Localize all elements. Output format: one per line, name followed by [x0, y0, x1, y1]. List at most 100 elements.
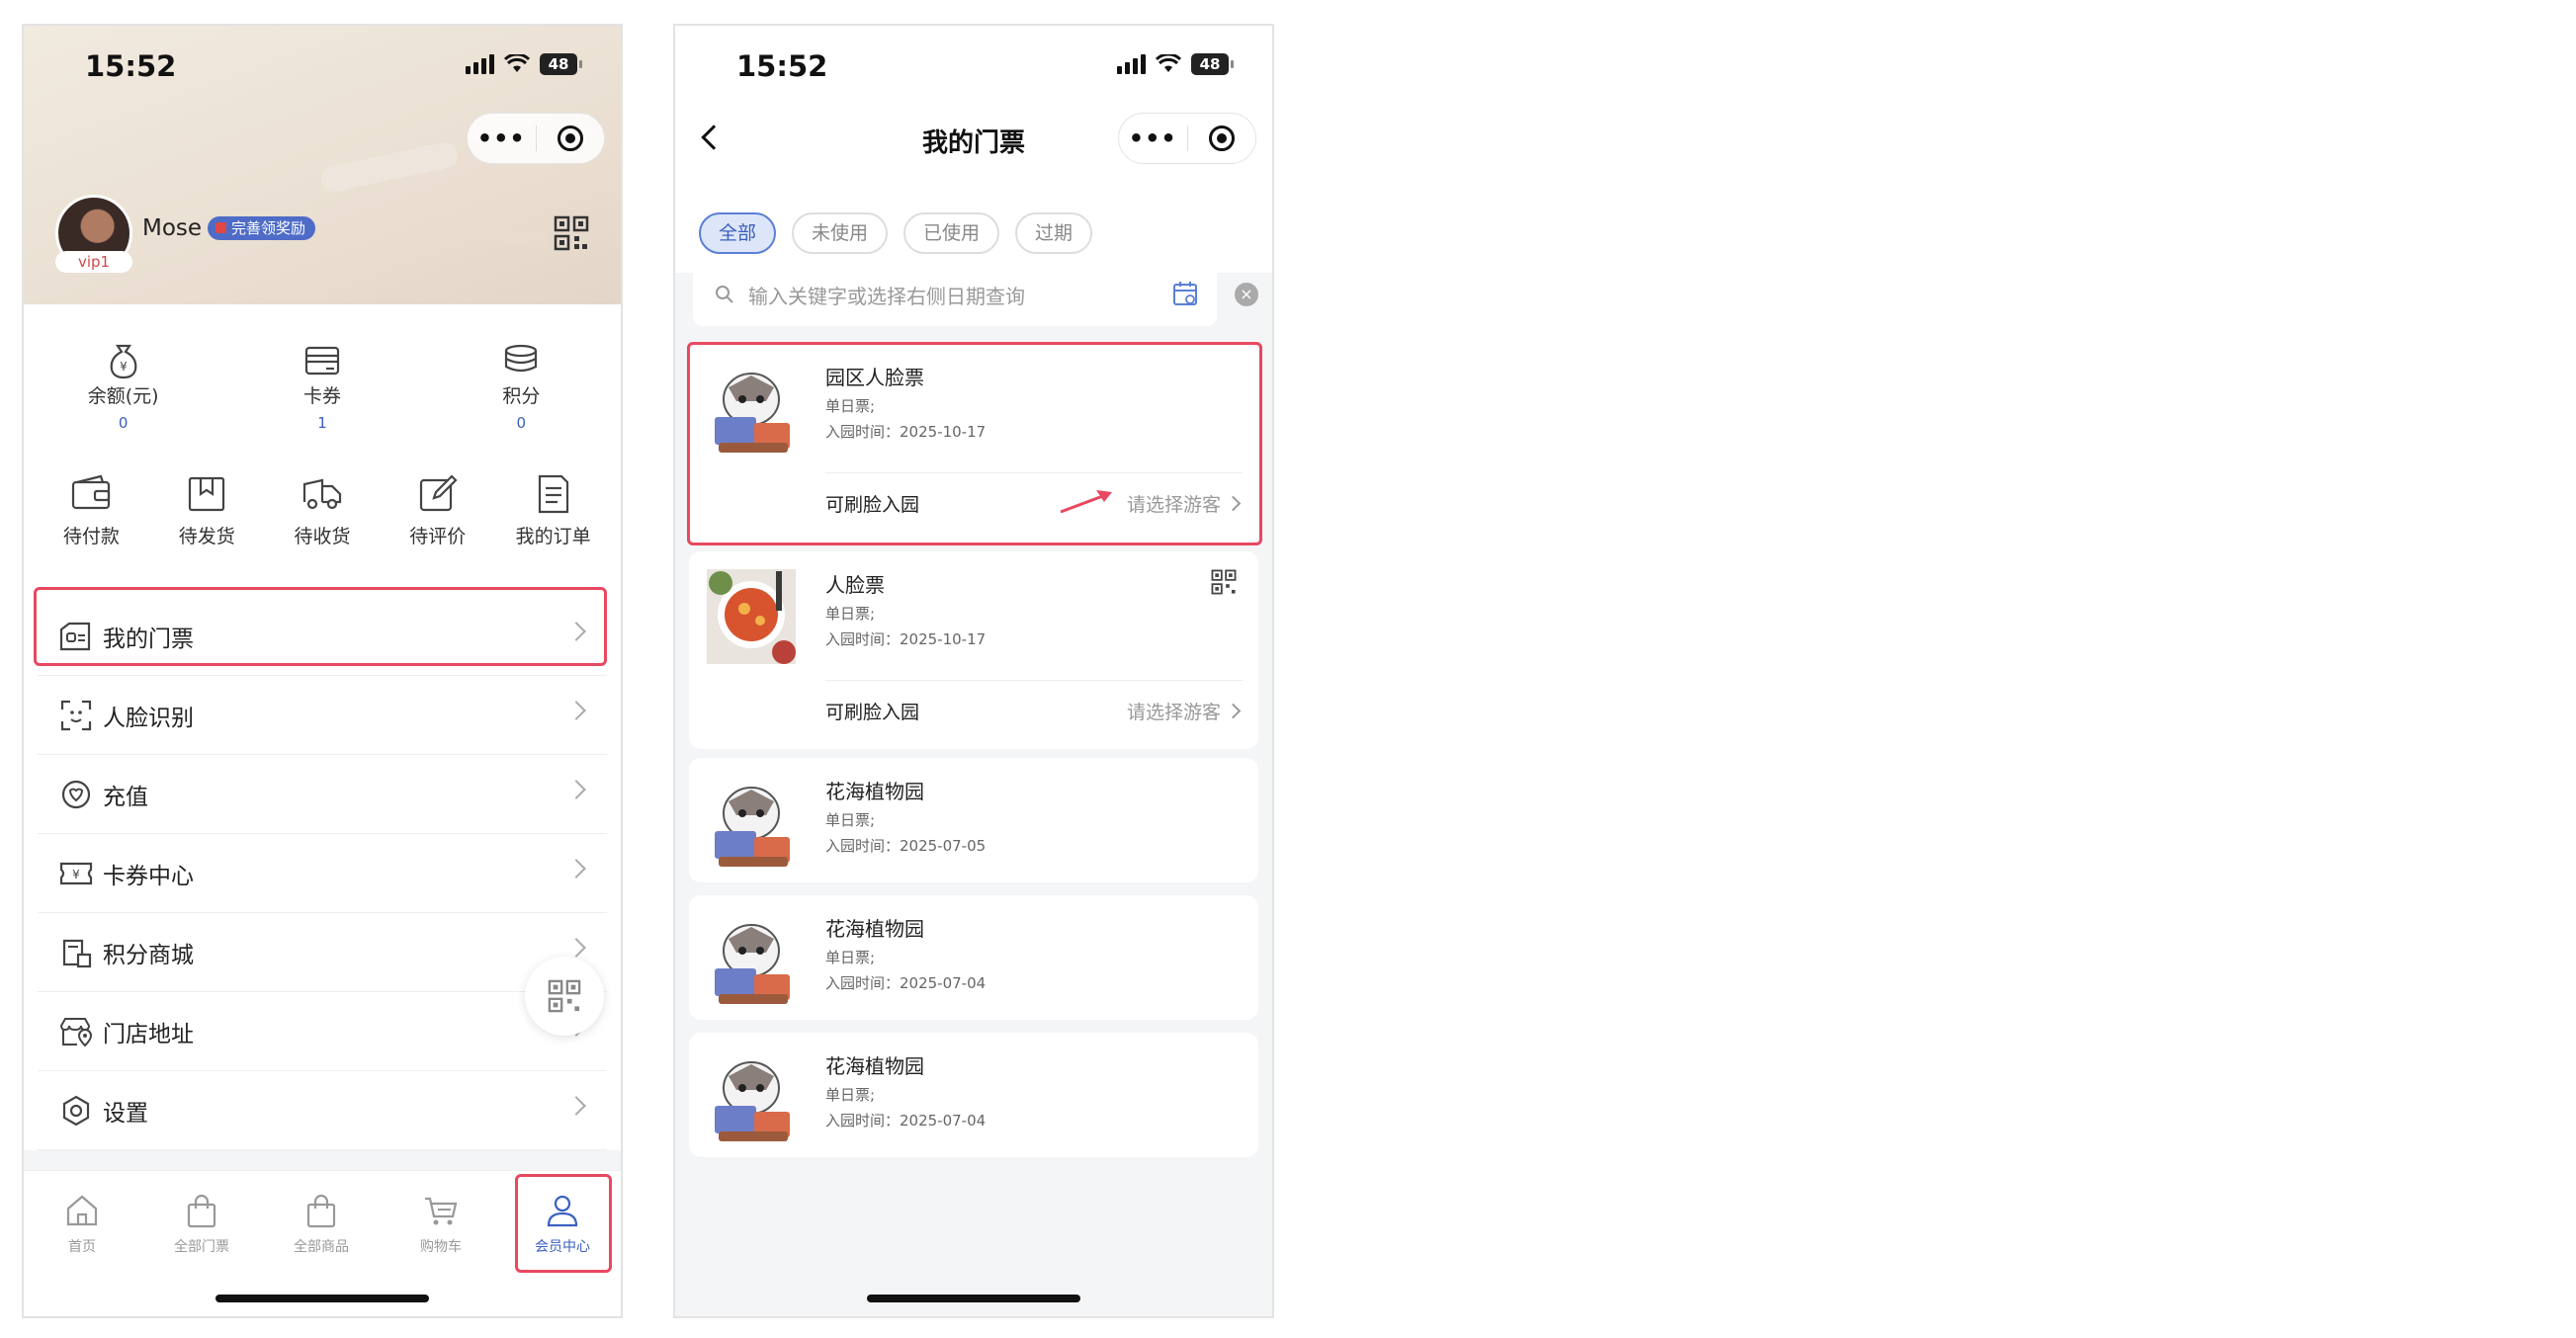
filter-unused[interactable]: 未使用: [792, 212, 889, 254]
order-label: 待评价: [409, 526, 467, 547]
chevron-right-icon: [566, 780, 586, 799]
qr-code-icon[interactable]: [554, 215, 589, 251]
menu-item-label: 充值: [103, 784, 148, 810]
tab-home[interactable]: 首页: [38, 1193, 127, 1256]
mascot-thumbnail: [715, 924, 790, 1004]
search-placeholder: 输入关键字或选择右侧日期查询: [748, 284, 1025, 308]
search-input[interactable]: 输入关键字或选择右侧日期查询: [693, 263, 1217, 326]
ticket-filter-tabs: 全部 未使用 已使用 过期: [675, 194, 1272, 273]
ticket-card[interactable]: 花海植物园 单日票; 入园时间：2025-07-04: [689, 895, 1258, 1020]
wallet-icon: [72, 474, 111, 510]
bag-icon: [187, 1194, 216, 1228]
settings-icon: [62, 1095, 90, 1126]
target-icon: [557, 125, 583, 151]
highlight-member-center-tab: [515, 1174, 612, 1273]
filter-expired[interactable]: 过期: [1015, 212, 1093, 254]
qr-code-icon[interactable]: [1211, 569, 1237, 595]
asset-points[interactable]: 积分 0: [422, 304, 621, 445]
truck-icon: [302, 478, 342, 510]
member-menu: 我的门票 人脸识别 充值 ¥ 卡券中心 积分商城 门店地址 设置: [24, 597, 621, 1150]
mascot-thumbnail: [715, 787, 790, 867]
home-indicator: [215, 1295, 429, 1302]
asset-label: 余额(元): [87, 385, 159, 407]
order-pending-receipt[interactable]: 待收货: [265, 445, 381, 597]
tab-label: 全部门票: [174, 1239, 229, 1255]
svg-text:¥: ¥: [120, 360, 128, 374]
close-button[interactable]: [537, 125, 605, 151]
order-label: 待收货: [294, 526, 351, 547]
member-center-screen: 15:52 48 ••• vip1 Mose 完善领奖励 ¥ 余额(元) 0 卡…: [22, 24, 623, 1318]
tab-all-tickets[interactable]: 全部门票: [157, 1193, 246, 1256]
asset-value: 0: [516, 414, 527, 432]
money-bag-icon: ¥: [110, 344, 137, 379]
points-mall-icon: [62, 939, 92, 967]
asset-balance[interactable]: ¥ 余额(元) 0: [24, 304, 222, 445]
status-time: 15:52: [736, 49, 828, 83]
mini-program-capsule[interactable]: •••: [467, 113, 605, 164]
menu-item-coupon-center[interactable]: ¥ 卡券中心: [38, 834, 607, 913]
ticket-name: 人脸票: [825, 573, 885, 597]
order-label: 待付款: [62, 526, 120, 547]
box-icon: [189, 476, 225, 512]
cart-icon: [425, 1197, 458, 1225]
header-decoration: [318, 139, 461, 195]
order-pending-payment[interactable]: 待付款: [34, 445, 149, 597]
vip-badge: vip1: [55, 251, 132, 273]
chevron-right-icon: [566, 1096, 586, 1116]
status-time: 15:52: [85, 49, 177, 83]
ticket-type: 单日票;: [825, 949, 876, 966]
ticket-type: 单日票;: [825, 605, 876, 623]
order-all-orders[interactable]: 我的订单: [495, 445, 611, 597]
menu-item-recharge[interactable]: 充值: [38, 755, 607, 834]
menu-item-settings[interactable]: 设置: [38, 1071, 607, 1150]
select-guest-link[interactable]: 请选择游客: [1127, 698, 1221, 724]
order-pending-shipment[interactable]: 待发货: [149, 445, 265, 597]
chevron-right-icon: [566, 701, 586, 720]
order-pending-review[interactable]: 待评价: [380, 445, 495, 597]
ticket-entry-date: 入园时间：2025-10-17: [825, 630, 987, 648]
my-tickets-screen: 我的门票 15:52 48 ••• 全部 未使用 已使用 过期 输入关键字或选择…: [673, 24, 1274, 1318]
coins-icon: [505, 344, 538, 373]
ticket-entry-date: 入园时间：2025-07-05: [825, 837, 987, 855]
clear-search-icon[interactable]: ×: [1235, 283, 1258, 306]
tab-cart[interactable]: 购物车: [396, 1193, 485, 1256]
mini-program-capsule[interactable]: •••: [1118, 113, 1256, 164]
more-dots-icon[interactable]: •••: [1119, 125, 1187, 152]
menu-item-store-address[interactable]: 门店地址: [38, 992, 607, 1071]
battery-icon: 48: [1191, 53, 1234, 75]
menu-item-label: 积分商城: [103, 942, 194, 968]
close-button[interactable]: [1188, 125, 1256, 151]
asset-label: 积分: [502, 385, 541, 407]
ticket-card[interactable]: 花海植物园 单日票; 入园时间：2025-07-04: [689, 1033, 1258, 1157]
highlight-ticket-card: [687, 342, 1262, 545]
wifi-icon: [1156, 54, 1181, 72]
document-icon: [538, 474, 568, 514]
home-icon: [66, 1195, 98, 1226]
ticket-name: 花海植物园: [825, 917, 924, 941]
more-dots-icon[interactable]: •••: [468, 125, 536, 152]
ticket-name: 花海植物园: [825, 780, 924, 803]
header-decoration: [428, 214, 549, 250]
battery-icon: 48: [540, 53, 582, 75]
chevron-right-icon: [1225, 703, 1242, 719]
ticket-type: 单日票;: [825, 1086, 876, 1104]
chevron-right-icon: [566, 859, 586, 878]
face-entry-label: 可刷脸入园: [825, 702, 920, 723]
filter-all[interactable]: 全部: [699, 212, 777, 254]
divider: [825, 680, 1243, 681]
ticket-card[interactable]: 人脸票 单日票; 入园时间：2025-10-17 可刷脸入园 请选择游客: [689, 551, 1258, 749]
reward-badge[interactable]: 完善领奖励: [208, 216, 316, 240]
user-name: Mose: [142, 215, 203, 241]
qr-code-icon: [548, 979, 581, 1013]
tab-all-products[interactable]: 全部商品: [277, 1193, 366, 1256]
floating-qr-button[interactable]: [525, 957, 604, 1036]
tab-label: 首页: [68, 1239, 96, 1255]
filter-used[interactable]: 已使用: [903, 212, 1000, 254]
menu-item-face-recognition[interactable]: 人脸识别: [38, 676, 607, 755]
ticket-card[interactable]: 花海植物园 单日票; 入园时间：2025-07-05: [689, 758, 1258, 882]
calendar-icon[interactable]: [1171, 279, 1199, 308]
order-label: 待发货: [178, 526, 235, 547]
asset-cards[interactable]: 卡券 1: [222, 304, 421, 445]
coupon-icon: ¥: [59, 862, 93, 884]
menu-item-points-mall[interactable]: 积分商城: [38, 913, 607, 992]
